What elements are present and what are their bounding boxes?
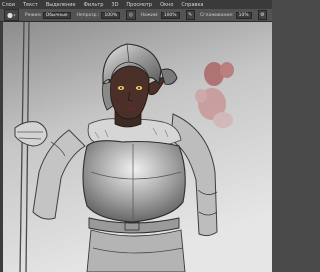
smoothing-settings-button[interactable]: ⚙ [257, 10, 267, 20]
blend-mode-group: Режим Обычные [24, 11, 71, 19]
blend-mode-label: Режим [24, 12, 41, 18]
menu-bar: Слои Текст Выделение Фильтр 3D Просмотр … [0, 0, 272, 9]
pressure-icon: ◎ [128, 12, 134, 18]
smoothing-field[interactable]: 10% [235, 11, 252, 19]
document-canvas[interactable] [3, 22, 272, 272]
airbrush-icon: ✎ [188, 12, 193, 18]
menu-item-text[interactable]: Текст [23, 2, 38, 8]
menu-item-filter[interactable]: Фильтр [84, 2, 104, 8]
menu-item-layers[interactable]: Слои [2, 2, 15, 8]
menu-item-3d[interactable]: 3D [111, 2, 118, 8]
opacity-group: Непрозр.: 100% [76, 11, 121, 19]
airbrush-toggle[interactable]: ✎ [185, 10, 195, 20]
blend-mode-select[interactable]: Обычные [42, 11, 71, 19]
breastplate [82, 140, 186, 223]
menu-item-window[interactable]: Окно [160, 2, 173, 8]
tassets [86, 229, 186, 272]
brush-preset-icon [7, 12, 16, 18]
gear-icon: ⚙ [260, 12, 265, 18]
flow-label: Нажим: [140, 12, 159, 18]
menu-item-select[interactable]: Выделение [46, 2, 76, 8]
menu-item-help[interactable]: Справка [181, 2, 203, 8]
artwork [3, 22, 272, 272]
flow-field[interactable]: 100% [160, 11, 180, 19]
menu-item-view[interactable]: Просмотр [126, 2, 152, 8]
brush-preset-picker[interactable] [4, 9, 19, 21]
tool-options-bar: Режим Обычные Непрозр.: 100% ◎ Нажим: 10… [0, 9, 272, 22]
flow-group: Нажим: 100% [140, 11, 180, 19]
smoothing-group: Сглаживание: 10% [199, 11, 252, 19]
smoothing-label: Сглаживание: [199, 12, 234, 18]
opacity-field[interactable]: 100% [101, 11, 121, 19]
opacity-label: Непрозр.: [76, 12, 100, 18]
pressure-opacity-toggle[interactable]: ◎ [126, 10, 136, 20]
